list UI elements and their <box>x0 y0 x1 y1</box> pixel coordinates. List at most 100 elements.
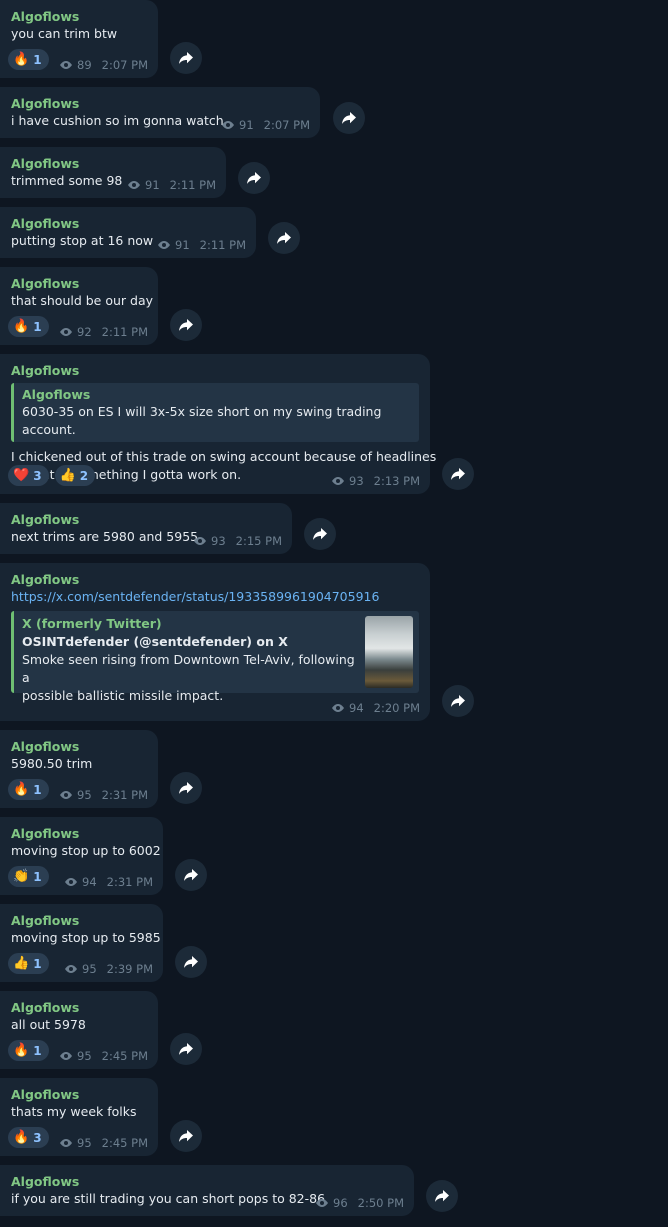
view-count: 91 <box>239 118 254 132</box>
share-button[interactable] <box>170 42 202 74</box>
share-button[interactable] <box>442 685 474 717</box>
reply-quote[interactable]: Algoflows 6030-35 on ES I will 3x-5x siz… <box>11 383 419 442</box>
reactions: 👏 1 <box>8 866 49 887</box>
view-count: 96 <box>333 1196 348 1210</box>
eye-icon <box>60 1139 73 1147</box>
message-text: thats my week folks <box>11 1104 137 1119</box>
message-text-line: I chickened out of this trade on swing a… <box>11 449 437 464</box>
reactions: 🔥 1 <box>8 49 49 70</box>
message-bubble[interactable]: Algoflows you can trim btw 🔥 1 89 2:07 PM <box>0 0 158 78</box>
message-bubble[interactable]: Algoflows next trims are 5980 and 5955 9… <box>0 503 292 554</box>
share-button[interactable] <box>175 946 207 978</box>
message-meta: 91 2:11 PM <box>157 238 246 252</box>
share-button[interactable] <box>170 1120 202 1152</box>
timestamp: 2:39 PM <box>106 962 153 976</box>
timestamp: 2:11 PM <box>199 238 246 252</box>
eye-icon <box>60 1052 73 1060</box>
share-button[interactable] <box>426 1180 458 1212</box>
reaction-count: 1 <box>33 52 42 67</box>
reaction-count: 1 <box>33 869 42 884</box>
sender-name[interactable]: Algoflows <box>11 1174 403 1190</box>
message-bubble[interactable]: Algoflows moving stop up to 6002 👏 1 94 2… <box>0 817 163 895</box>
eye-icon <box>60 791 73 799</box>
reaction-fire[interactable]: 🔥 1 <box>8 1040 49 1061</box>
sender-name[interactable]: Algoflows <box>11 1000 147 1016</box>
message-meta: 94 2:31 PM <box>64 875 153 889</box>
preview-thumbnail[interactable] <box>365 616 413 688</box>
sender-name[interactable]: Algoflows <box>11 96 309 112</box>
reaction-thumbs-up[interactable]: 👍 1 <box>8 953 49 974</box>
message-bubble[interactable]: Algoflows i have cushion so im gonna wat… <box>0 87 320 138</box>
reactions: 🔥 1 <box>8 1040 49 1061</box>
reaction-heart[interactable]: ❤️ 3 <box>8 465 49 486</box>
reaction-fire[interactable]: 🔥 1 <box>8 316 49 337</box>
message-text: all out 5978 <box>11 1017 86 1032</box>
reaction-thumbs-up[interactable]: 👍 2 <box>54 465 96 486</box>
sender-name[interactable]: Algoflows <box>11 9 147 25</box>
thumbs-up-emoji: 👍 <box>13 956 30 971</box>
timestamp: 2:45 PM <box>101 1049 148 1063</box>
timestamp: 2:07 PM <box>263 118 310 132</box>
message-bubble[interactable]: Algoflows thats my week folks 🔥 3 95 2:45… <box>0 1078 158 1156</box>
message-bubble[interactable]: Algoflows 5980.50 trim 🔥 1 95 2:31 PM <box>0 730 158 808</box>
message-meta: 95 2:31 PM <box>59 788 148 802</box>
share-button[interactable] <box>304 518 336 550</box>
reactions: 🔥 3 <box>8 1127 49 1148</box>
share-icon <box>184 956 198 968</box>
share-button[interactable] <box>268 222 300 254</box>
share-button[interactable] <box>442 458 474 490</box>
message-bubble[interactable]: Algoflows that should be our day 🔥 1 92 2… <box>0 267 158 345</box>
message-bubble[interactable]: Algoflows all out 5978 🔥 1 95 2:45 PM <box>0 991 158 1069</box>
sender-name[interactable]: Algoflows <box>11 276 147 292</box>
share-button[interactable] <box>238 162 270 194</box>
sender-name[interactable]: Algoflows <box>11 739 147 755</box>
message-bubble[interactable]: Algoflows moving stop up to 5985 👍 1 95 2… <box>0 904 163 982</box>
share-icon <box>313 528 327 540</box>
message-bubble[interactable]: Algoflows https://x.com/sentdefender/sta… <box>0 563 430 721</box>
share-button[interactable] <box>175 859 207 891</box>
view-count: 92 <box>77 325 92 339</box>
message-text: that should be our day <box>11 293 154 308</box>
sender-name[interactable]: Algoflows <box>11 156 215 172</box>
sender-name[interactable]: Algoflows <box>11 363 419 379</box>
sender-name[interactable]: Algoflows <box>11 826 152 842</box>
reaction-count: 1 <box>33 1043 42 1058</box>
preview-site-name: X (formerly Twitter) <box>22 616 162 631</box>
view-count: 91 <box>145 178 160 192</box>
fire-emoji: 🔥 <box>13 782 30 797</box>
message-bubble[interactable]: Algoflows if you are still trading you c… <box>0 1165 414 1216</box>
reactions: 👍 1 <box>8 953 49 974</box>
eye-icon <box>316 1199 329 1207</box>
sender-name[interactable]: Algoflows <box>11 512 281 528</box>
reaction-fire[interactable]: 🔥 1 <box>8 779 49 800</box>
reaction-count: 2 <box>79 468 89 483</box>
reaction-clap[interactable]: 👏 1 <box>8 866 49 887</box>
link-preview[interactable]: X (formerly Twitter) OSINTdefender (@sen… <box>11 611 419 703</box>
sender-name[interactable]: Algoflows <box>11 1087 147 1103</box>
share-button[interactable] <box>170 1033 202 1065</box>
message-bubble[interactable]: Algoflows trimmed some 98 91 2:11 PM <box>0 147 226 198</box>
sender-name[interactable]: Algoflows <box>11 216 245 232</box>
share-button[interactable] <box>333 102 365 134</box>
share-icon <box>179 1130 193 1142</box>
sender-name[interactable]: Algoflows <box>11 572 419 588</box>
share-icon <box>277 232 291 244</box>
message-meta: 95 2:45 PM <box>59 1136 148 1150</box>
reactions: 🔥 1 <box>8 779 49 800</box>
preview-description-line: possible ballistic missile impact. <box>22 688 224 703</box>
share-icon <box>179 1043 193 1055</box>
message-meta: 91 2:11 PM <box>127 178 216 192</box>
share-button[interactable] <box>170 309 202 341</box>
reaction-fire[interactable]: 🔥 1 <box>8 49 49 70</box>
message-link[interactable]: https://x.com/sentdefender/status/193358… <box>11 588 419 606</box>
eye-icon <box>60 61 73 69</box>
reaction-fire[interactable]: 🔥 3 <box>8 1127 49 1148</box>
message-bubble[interactable]: Algoflows putting stop at 16 now 91 2:11… <box>0 207 256 258</box>
sender-name[interactable]: Algoflows <box>11 913 152 929</box>
message-bubble[interactable]: Algoflows Algoflows 6030-35 on ES I will… <box>0 354 437 494</box>
message-meta: 95 2:39 PM <box>64 962 153 976</box>
view-count: 95 <box>77 1049 92 1063</box>
timestamp: 2:50 PM <box>357 1196 404 1210</box>
share-button[interactable] <box>170 772 202 804</box>
view-count: 93 <box>211 534 226 548</box>
